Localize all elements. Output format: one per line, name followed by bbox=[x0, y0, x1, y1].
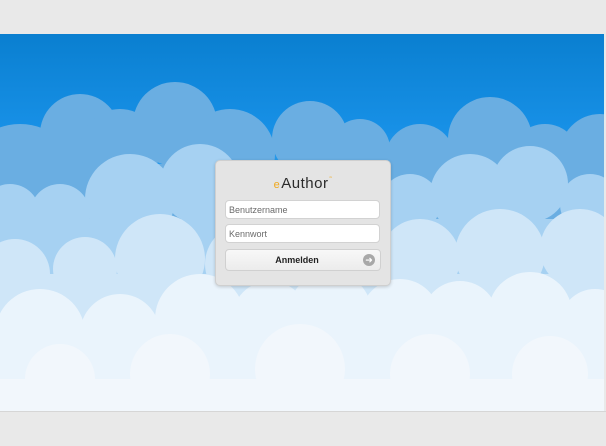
logo-mark: e bbox=[273, 179, 281, 191]
app-logo: eAuthor˜ bbox=[216, 175, 390, 195]
bottom-bar bbox=[0, 411, 606, 446]
arrow-circle-right-icon: ➜ bbox=[363, 254, 375, 266]
login-panel: eAuthor˜ Anmelden ➜ bbox=[215, 160, 391, 286]
top-bar bbox=[0, 0, 606, 34]
password-input[interactable] bbox=[225, 224, 380, 243]
logo-text: Author bbox=[281, 175, 329, 192]
username-input[interactable] bbox=[225, 200, 380, 219]
logo-suffix: ˜ bbox=[329, 177, 333, 184]
login-button[interactable]: Anmelden ➜ bbox=[225, 249, 381, 271]
login-button-label: Anmelden bbox=[275, 255, 319, 265]
